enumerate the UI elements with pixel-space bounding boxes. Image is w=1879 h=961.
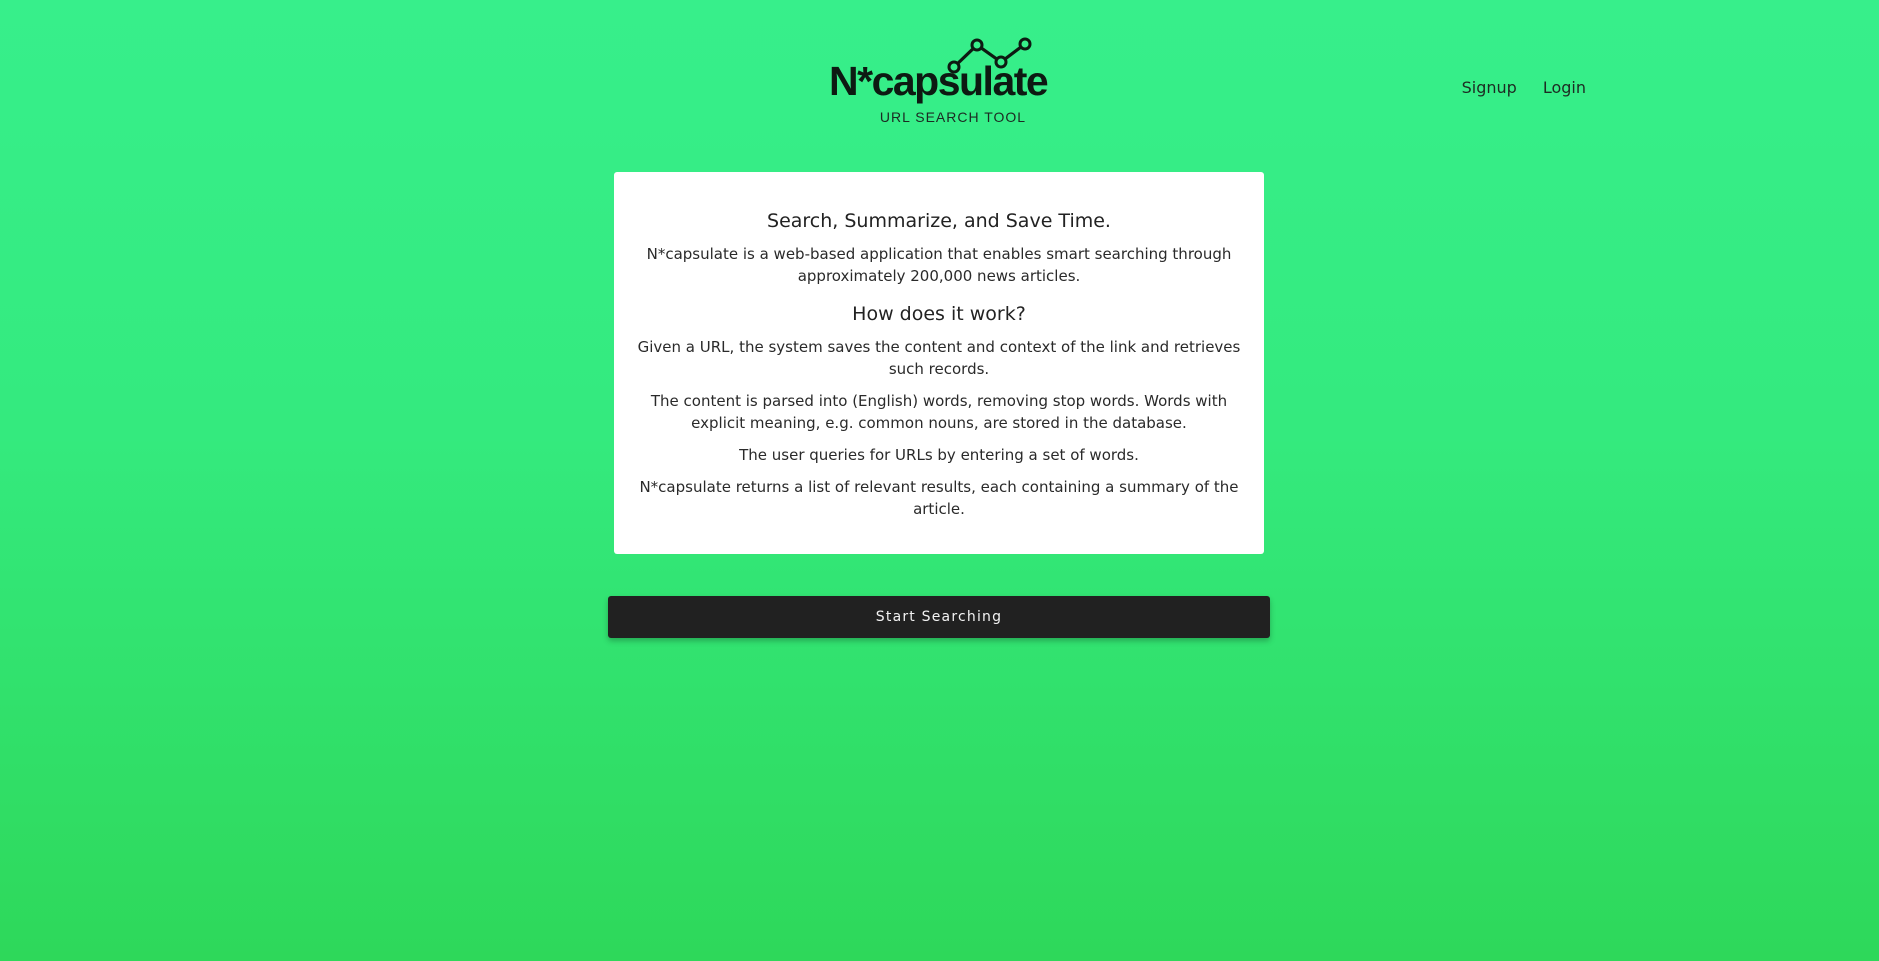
site-header: N*capsulate URL SEARCH TOOL Signup Login: [0, 0, 1879, 140]
how-heading: How does it work?: [852, 302, 1026, 325]
card-heading: Search, Summarize, and Save Time.: [767, 210, 1111, 232]
start-searching-button[interactable]: Start Searching: [608, 596, 1270, 638]
step-text: N*capsulate returns a list of relevant r…: [639, 477, 1239, 518]
logo-subtitle: URL SEARCH TOOL: [879, 109, 1027, 125]
logo[interactable]: N*capsulate URL SEARCH TOOL: [829, 33, 1049, 128]
signup-link[interactable]: Signup: [1462, 78, 1517, 97]
login-link[interactable]: Login: [1543, 78, 1586, 97]
card-intro: N*capsulate is a web-based application t…: [646, 244, 1232, 285]
top-nav: Signup Login: [1462, 78, 1586, 97]
step-text: Given a URL, the system saves the conten…: [637, 337, 1241, 378]
info-card: Search, Summarize, and Save Time. N*caps…: [614, 172, 1264, 554]
step-text: The user queries for URLs by entering a …: [739, 445, 1139, 464]
logo-wordmark: N*capsulate: [829, 58, 1049, 104]
step-text: The content is parsed into (English) wor…: [650, 391, 1228, 432]
